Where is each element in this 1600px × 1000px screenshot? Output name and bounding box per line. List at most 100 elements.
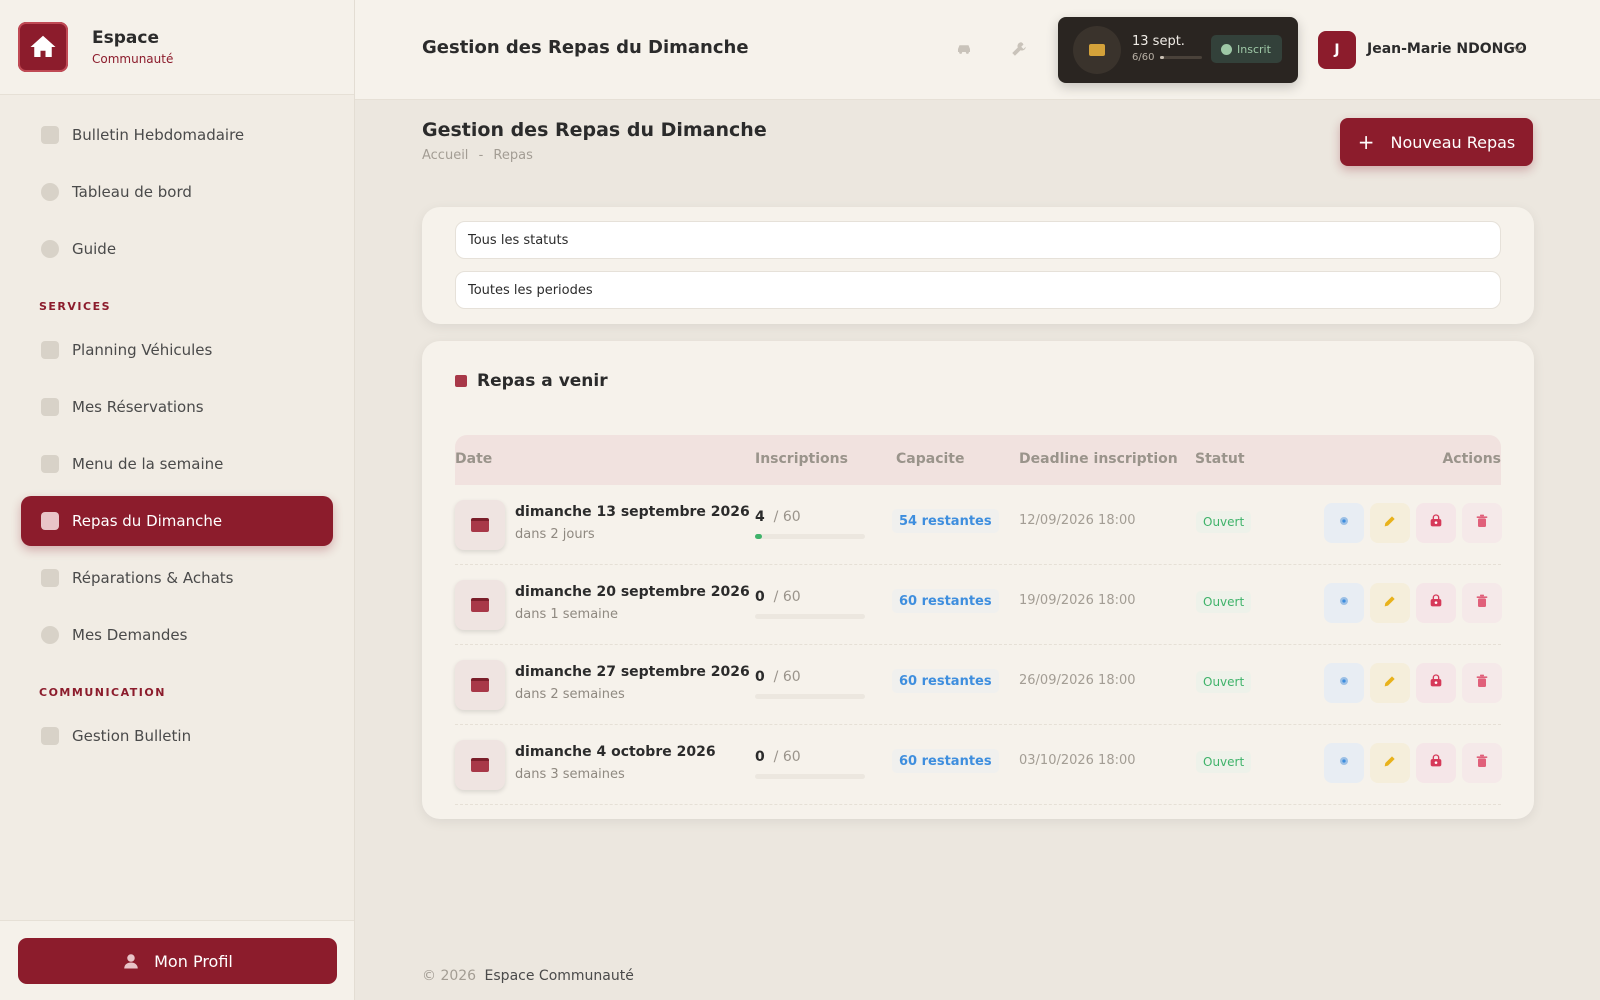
widget-count: 6/60 <box>1132 52 1155 63</box>
status-badge: Ouvert <box>1196 511 1252 533</box>
plus-icon: + <box>1357 130 1375 154</box>
new-meal-button[interactable]: + Nouveau Repas <box>1340 118 1533 166</box>
row-deadline: 19/09/2026 18:00 <box>1019 593 1136 608</box>
view-button[interactable] <box>1324 503 1364 543</box>
sidebar-item-bulletin[interactable]: Bulletin Hebdomadaire <box>21 110 333 160</box>
sidebar: Espace Communauté Bulletin Hebdomadaire … <box>0 0 355 1000</box>
brand-subtitle: Communauté <box>92 52 174 66</box>
table-row[interactable]: dimanche 27 septembre 2026 dans 2 semaine… <box>455 645 1502 725</box>
meal-icon <box>455 660 505 710</box>
home-logo-icon[interactable] <box>18 22 68 72</box>
list-icon <box>41 569 59 587</box>
delete-button[interactable] <box>1462 503 1502 543</box>
registered-badge-label: Inscrit <box>1237 42 1271 56</box>
breadcrumb: Accueil - Repas <box>422 148 539 163</box>
row-inscription-count: 0 <box>755 749 765 765</box>
lock-icon <box>1428 673 1444 693</box>
row-relative-date: dans 2 jours <box>515 527 595 542</box>
pencil-icon <box>1382 513 1398 533</box>
pencil-icon <box>1382 673 1398 693</box>
chevron-down-icon[interactable] <box>1513 44 1523 54</box>
row-date: dimanche 4 octobre 2026 <box>515 744 716 760</box>
sidebar-item-planning[interactable]: Planning Véhicules <box>21 325 333 375</box>
trash-icon <box>1474 673 1490 693</box>
edit-button[interactable] <box>1370 503 1410 543</box>
sidebar-item-repas[interactable]: Repas du Dimanche <box>21 496 333 546</box>
subscriptions-button[interactable] <box>1416 663 1456 703</box>
lock-icon <box>1428 753 1444 773</box>
delete-button[interactable] <box>1462 743 1502 783</box>
section-label-communication: COMMUNICATION <box>39 686 166 699</box>
row-inscription-total: / 60 <box>773 749 801 765</box>
sidebar-item-label: Mes Demandes <box>72 626 188 644</box>
edit-button[interactable] <box>1370 743 1410 783</box>
sidebar-item-dashboard[interactable]: Tableau de bord <box>21 167 333 217</box>
sidebar-item-label: Tableau de bord <box>72 183 192 201</box>
footer-name: Espace Communauté <box>484 968 634 984</box>
table-title: Repas a venir <box>455 371 608 391</box>
profile-button[interactable]: Mon Profil <box>18 938 337 984</box>
delete-button[interactable] <box>1462 663 1502 703</box>
sidebar-nav: Bulletin Hebdomadaire Tableau de bord Gu… <box>0 95 354 761</box>
breadcrumb-home[interactable]: Accueil <box>422 148 468 163</box>
view-button[interactable] <box>1324 743 1364 783</box>
row-inscriptions: 0 / 60 <box>755 669 801 685</box>
eye-icon <box>1336 513 1352 533</box>
column-header-statut: Statut <box>1195 451 1245 467</box>
delete-button[interactable] <box>1462 583 1502 623</box>
subscriptions-button[interactable] <box>1416 743 1456 783</box>
column-header-inscriptions: Inscriptions <box>755 451 848 467</box>
row-deadline: 03/10/2026 18:00 <box>1019 753 1136 768</box>
trash-icon <box>1474 593 1490 613</box>
table-row[interactable]: dimanche 4 octobre 2026 dans 3 semaines 0 … <box>455 725 1502 805</box>
brand: Espace Communauté <box>0 0 354 95</box>
meal-icon <box>455 580 505 630</box>
row-relative-date: dans 1 semaine <box>515 607 619 622</box>
profile-button-label: Mon Profil <box>154 951 233 971</box>
car-icon[interactable] <box>955 40 973 58</box>
period-filter-select[interactable]: Toutes les periodes <box>455 271 1501 309</box>
view-button[interactable] <box>1324 663 1364 703</box>
sidebar-item-menu[interactable]: Menu de la semaine <box>21 439 333 489</box>
edit-button[interactable] <box>1370 583 1410 623</box>
pencil-icon <box>1382 753 1398 773</box>
breadcrumb-current: Repas <box>493 148 533 163</box>
info-icon <box>41 240 59 258</box>
car-icon <box>41 398 59 416</box>
status-filter-select[interactable]: Tous les statuts <box>455 221 1501 259</box>
user-name[interactable]: Jean-Marie NDONGO <box>1367 41 1527 57</box>
filter-card: Tous les statuts Toutes les periodes <box>422 207 1534 324</box>
sidebar-item-label: Mes Réservations <box>72 398 204 416</box>
row-progress-bar <box>755 774 865 779</box>
sidebar-item-label: Réparations & Achats <box>72 569 234 587</box>
footer: © 2026 Espace Communauté <box>422 968 634 984</box>
row-relative-date: dans 2 semaines <box>515 687 625 702</box>
table-row[interactable]: dimanche 13 septembre 2026 dans 2 jours 4 … <box>455 485 1502 565</box>
subscriptions-button[interactable] <box>1416 503 1456 543</box>
sidebar-item-label: Guide <box>72 240 117 258</box>
column-header-date: Date <box>455 451 493 467</box>
sidebar-item-guide[interactable]: Guide <box>21 224 333 274</box>
sidebar-item-reparations[interactable]: Réparations & Achats <box>21 553 333 603</box>
page-title: Gestion des Repas du Dimanche <box>422 119 767 141</box>
row-date: dimanche 27 septembre 2026 <box>515 664 750 680</box>
next-meal-widget[interactable]: 13 sept. 6/60 Inscrit <box>1058 17 1298 83</box>
tools-icon <box>41 341 59 359</box>
edit-button[interactable] <box>1370 663 1410 703</box>
row-capacity-badge: 54 restantes <box>892 509 999 533</box>
view-button[interactable] <box>1324 583 1364 623</box>
profile-area: Mon Profil <box>0 920 354 1000</box>
eye-icon <box>1336 593 1352 613</box>
column-header-actions: Actions <box>1442 451 1501 467</box>
table-row[interactable]: dimanche 20 septembre 2026 dans 1 semaine… <box>455 565 1502 645</box>
sidebar-item-reservations[interactable]: Mes Réservations <box>21 382 333 432</box>
sidebar-item-gestion-bulletin[interactable]: Gestion Bulletin <box>21 711 333 761</box>
status-badge: Ouvert <box>1196 671 1252 693</box>
row-inscription-total: / 60 <box>773 589 801 605</box>
wrench-icon[interactable] <box>1010 40 1028 58</box>
subscriptions-button[interactable] <box>1416 583 1456 623</box>
check-icon <box>1221 43 1232 55</box>
registered-badge: Inscrit <box>1211 35 1282 63</box>
avatar[interactable]: J <box>1318 31 1356 69</box>
sidebar-item-demandes[interactable]: Mes Demandes <box>21 610 333 660</box>
